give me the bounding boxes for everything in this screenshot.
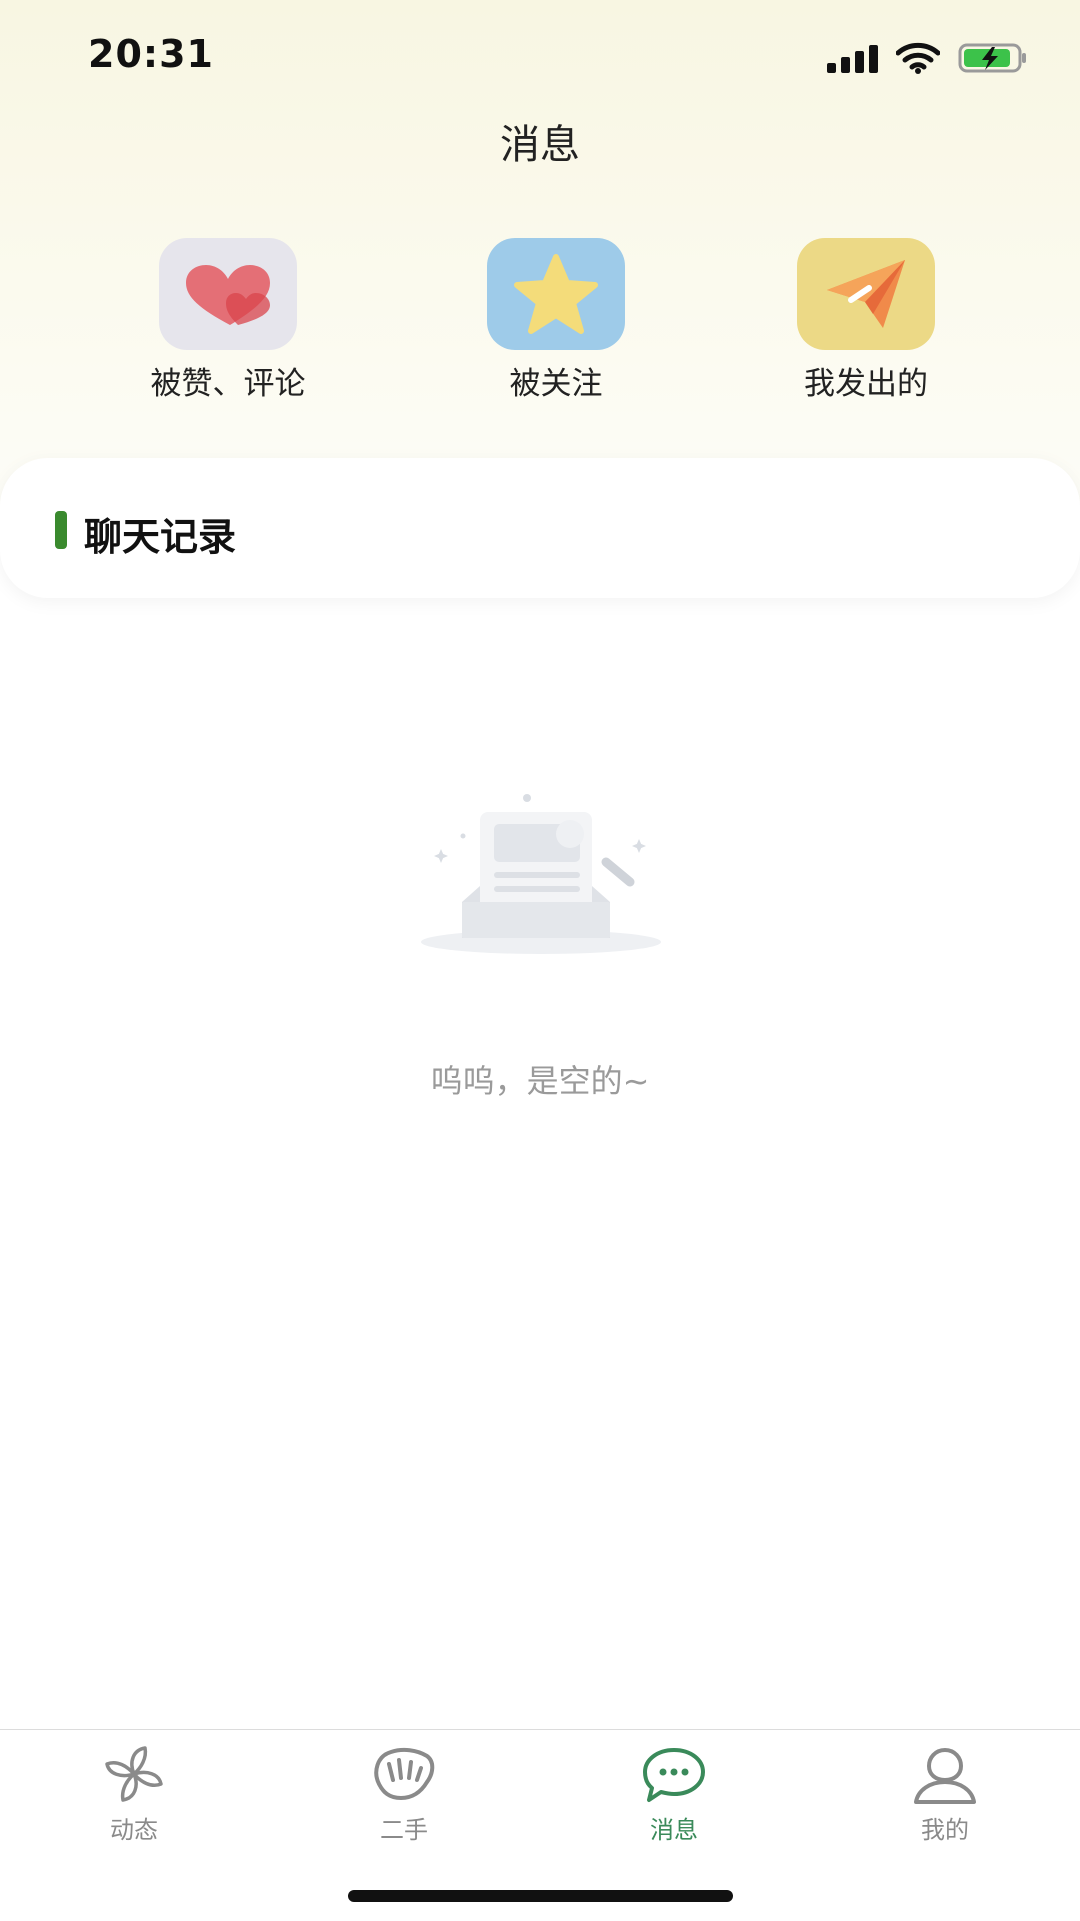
cellular-signal-icon — [827, 43, 878, 73]
shortcut-likes-comments[interactable]: 被赞、评论 — [148, 238, 308, 403]
paper-plane-icon — [827, 260, 905, 328]
star-icon — [514, 254, 598, 334]
status-icons — [827, 38, 1028, 78]
tab-label: 消息 — [650, 1816, 698, 1844]
chat-records-title: 聊天记录 — [84, 515, 237, 559]
hand-bag-icon — [374, 1747, 435, 1800]
empty-inbox-illustration — [421, 794, 661, 954]
tab-dynamics[interactable]: 动态 — [64, 1744, 204, 1845]
tab-label: 动态 — [110, 1816, 158, 1844]
hearts-icon — [186, 265, 270, 325]
tab-label: 我的 — [921, 1816, 969, 1844]
tab-mine[interactable]: 我的 — [875, 1744, 1015, 1845]
shortcut-label: 被赞、评论 — [150, 366, 306, 402]
shortcut-label: 我发出的 — [804, 366, 928, 402]
empty-state-text: 呜呜，是空的~ — [430, 1062, 650, 1100]
shortcut-followers[interactable]: 被关注 — [476, 238, 636, 403]
page-title: 消息 — [500, 122, 580, 168]
shortcut-sent[interactable]: 我发出的 — [786, 238, 946, 403]
sent-tile[interactable] — [797, 238, 935, 350]
status-time: 20:31 — [88, 32, 214, 76]
chat-bubble-icon — [643, 1748, 705, 1802]
battery-charging-icon — [958, 43, 1026, 73]
chat-records-card: 聊天记录 — [0, 458, 1080, 598]
likes-comments-tile[interactable] — [159, 238, 297, 350]
wifi-icon — [896, 42, 940, 74]
followers-tile[interactable] — [487, 238, 625, 350]
home-indicator[interactable] — [348, 1890, 733, 1902]
pinwheel-icon — [105, 1746, 163, 1802]
tab-label: 二手 — [380, 1816, 428, 1844]
tab-messages[interactable]: 消息 — [604, 1744, 744, 1845]
section-accent-bar — [55, 511, 67, 549]
user-icon — [914, 1747, 976, 1804]
shortcut-label: 被关注 — [509, 366, 603, 402]
tab-second-hand[interactable]: 二手 — [334, 1744, 474, 1845]
